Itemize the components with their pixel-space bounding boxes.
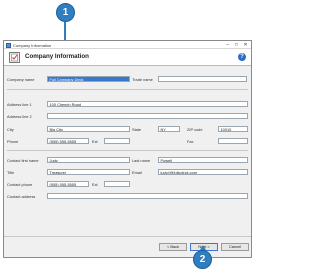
minimize-icon[interactable]: – — [224, 42, 231, 49]
address-line-2-label: Address line 2 — [7, 114, 32, 119]
last-name-label: Last name — [132, 158, 151, 163]
separator — [7, 150, 248, 151]
fax-field[interactable] — [218, 138, 248, 144]
phone-label: Phone — [7, 139, 19, 144]
state-field[interactable]: NY — [158, 126, 180, 132]
last-name-field[interactable]: Powell — [158, 157, 248, 163]
company-name-field[interactable]: Full Company Deck — [47, 76, 130, 82]
address-line-1-label: Address line 1 — [7, 102, 32, 107]
contact-first-name-field[interactable]: Judy — [47, 157, 130, 163]
address-line-1-field[interactable]: 100 Cheech Road — [47, 101, 248, 107]
contact-first-name-label: Contact first name — [7, 158, 39, 163]
close-icon[interactable]: ✕ — [242, 42, 249, 49]
zip-code-label: ZIP code — [187, 127, 203, 132]
phone-field[interactable]: (555) 555-5555 — [47, 138, 89, 144]
phone-ext-label: Ext — [92, 139, 98, 144]
page-title: Company Information — [25, 53, 89, 60]
cancel-button[interactable]: Cancel — [221, 243, 249, 251]
title-field[interactable]: Treasurer — [47, 169, 130, 175]
app-icon — [6, 42, 11, 48]
contact-ext-label: Ext — [92, 182, 98, 187]
state-label: State — [132, 127, 142, 132]
maximize-icon[interactable]: □ — [233, 42, 240, 49]
company-information-window: Company Information – □ ✕ Company Inform… — [3, 40, 252, 258]
company-name-label: Company name — [7, 77, 35, 82]
contact-address-field[interactable] — [47, 193, 248, 199]
title-label: Title — [7, 170, 15, 175]
contact-ext-field[interactable] — [104, 181, 130, 187]
city-label: City — [7, 127, 14, 132]
help-icon[interactable]: ? — [238, 53, 246, 61]
callout-1: 1 — [56, 3, 75, 22]
fax-label: Fax — [187, 139, 194, 144]
separator — [7, 89, 248, 90]
document-check-icon — [9, 52, 20, 63]
contact-address-label: Contact address — [7, 194, 36, 199]
address-line-2-field[interactable] — [47, 113, 248, 119]
email-label: Email — [132, 170, 142, 175]
trade-name-label: Trade name — [132, 77, 153, 82]
email-field[interactable]: judy.f@fullcdeck.com — [158, 169, 248, 175]
back-button[interactable]: < Back — [159, 243, 187, 251]
trade-name-field[interactable] — [158, 76, 247, 82]
contact-phone-label: Contact phone — [7, 182, 33, 187]
callout-2: 2 — [193, 250, 212, 269]
window-title: Company Information — [13, 42, 52, 48]
phone-ext-field[interactable] — [104, 138, 130, 144]
dialog-header: Company Information ? — [4, 49, 251, 66]
contact-phone-field[interactable]: (555) 555-5555 — [47, 181, 89, 187]
form-area: Company name Full Company Deck Trade nam… — [4, 66, 251, 236]
zip-code-field[interactable]: 10010 — [218, 126, 248, 132]
button-bar: < Back Next > Cancel — [4, 236, 251, 257]
title-bar: Company Information – □ ✕ — [4, 41, 251, 49]
city-field[interactable]: Big City — [47, 126, 130, 132]
